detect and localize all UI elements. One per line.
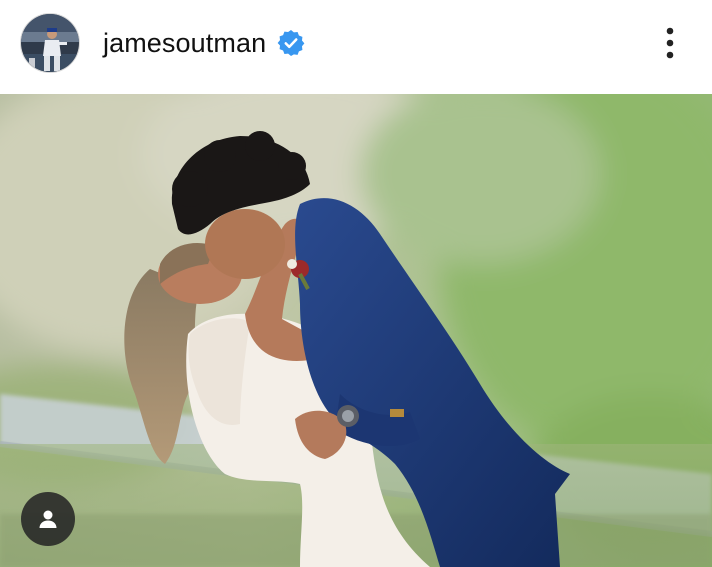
more-options-button[interactable] — [658, 24, 682, 62]
tagged-users-button[interactable] — [21, 492, 75, 546]
username-link[interactable]: jamesoutman — [103, 28, 266, 59]
username-row: jamesoutman — [103, 24, 305, 62]
instagram-post: jamesoutman — [0, 0, 712, 567]
wedding-kiss-photo — [0, 94, 712, 567]
user-tag-icon — [39, 510, 57, 528]
more-vertical-icon — [666, 27, 674, 59]
avatar-image — [21, 14, 79, 72]
post-header: jamesoutman — [0, 0, 712, 94]
profile-avatar[interactable] — [20, 13, 80, 73]
post-photo[interactable] — [0, 94, 712, 567]
verified-badge-icon — [277, 29, 305, 57]
